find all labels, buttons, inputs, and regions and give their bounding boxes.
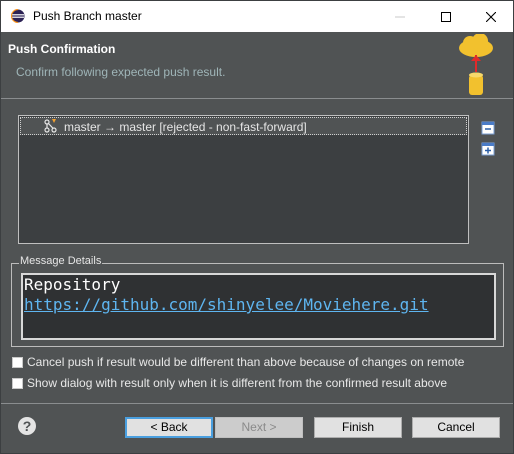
repository-link[interactable]: https://github.com/shinyelee/Moviehere.g… bbox=[24, 295, 493, 315]
push-result-tree[interactable]: master → master [rejected - non-fast-for… bbox=[18, 115, 469, 244]
minimize-icon bbox=[395, 16, 405, 17]
page-title: Push Confirmation bbox=[8, 42, 116, 56]
next-button[interactable]: Next > bbox=[215, 417, 303, 438]
maximize-icon bbox=[441, 11, 451, 22]
button-bar: ? < Back Next > Finish Cancel bbox=[1, 404, 513, 453]
show-only-if-different-option[interactable]: Show dialog with result only when it is … bbox=[12, 375, 447, 391]
push-branch-dialog: Push Branch master Push Confirmation Con… bbox=[0, 0, 514, 454]
wizard-header: Push Confirmation Confirm following expe… bbox=[1, 32, 513, 98]
minimize-button[interactable] bbox=[377, 1, 423, 32]
expand-all-icon[interactable] bbox=[481, 142, 495, 156]
tree-row-label: master → master [rejected - non-fast-for… bbox=[64, 120, 307, 134]
title-bar[interactable]: Push Branch master bbox=[1, 1, 513, 32]
finish-button[interactable]: Finish bbox=[314, 417, 402, 438]
close-button[interactable] bbox=[468, 1, 514, 32]
cancel-if-different-checkbox[interactable] bbox=[12, 356, 23, 368]
eclipse-icon bbox=[11, 9, 25, 23]
window-title: Push Branch master bbox=[33, 9, 142, 23]
message-details-text[interactable]: Repository https://github.com/shinyelee/… bbox=[21, 273, 496, 340]
message-repository-label: Repository bbox=[24, 275, 121, 294]
cancel-button[interactable]: Cancel bbox=[412, 417, 500, 438]
close-icon bbox=[486, 11, 496, 22]
header-separator bbox=[1, 98, 513, 99]
cancel-if-different-option[interactable]: Cancel push if result would be different… bbox=[12, 354, 464, 370]
page-description: Confirm following expected push result. bbox=[16, 65, 226, 79]
cloud-upload-icon bbox=[459, 34, 493, 95]
message-details-legend: Message Details bbox=[19, 255, 103, 267]
tree-row[interactable]: master → master [rejected - non-fast-for… bbox=[20, 117, 467, 135]
message-details-group: Message Details Repository https://githu… bbox=[11, 255, 504, 347]
branch-push-icon bbox=[44, 119, 57, 133]
cancel-if-different-label: Cancel push if result would be different… bbox=[27, 355, 465, 369]
show-only-if-different-label: Show dialog with result only when it is … bbox=[27, 376, 447, 390]
help-icon[interactable]: ? bbox=[18, 417, 36, 435]
show-only-if-different-checkbox[interactable] bbox=[12, 377, 23, 389]
maximize-button[interactable] bbox=[423, 1, 469, 32]
collapse-all-icon[interactable] bbox=[481, 121, 495, 135]
back-button[interactable]: < Back bbox=[125, 417, 213, 438]
